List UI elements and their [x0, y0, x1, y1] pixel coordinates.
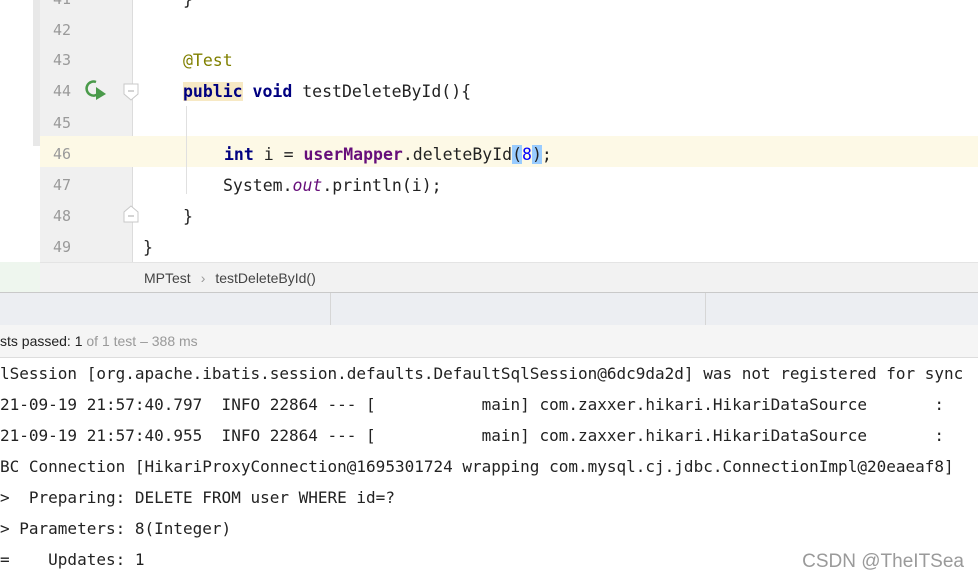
line-number: 48	[53, 207, 72, 225]
code-line: public void testDeleteById(){	[183, 76, 471, 107]
code-line: }	[183, 207, 193, 226]
run-test-gutter-icon[interactable]	[82, 76, 110, 102]
watermark: CSDN @TheITSea	[802, 551, 964, 572]
code-line: }	[143, 238, 153, 257]
line-number: 46	[53, 145, 72, 163]
breadcrumb: MPTest › testDeleteById()	[40, 262, 978, 292]
fold-icon[interactable]	[122, 82, 140, 102]
keyword: public	[183, 82, 243, 101]
test-summary: of 1 test – 388 ms	[82, 333, 198, 349]
console-line: 21-09-19 21:57:40.955 INFO 22864 --- [ m…	[0, 426, 945, 445]
code-text: System.	[223, 176, 293, 195]
number-literal: 8	[522, 145, 532, 164]
code-line: System.out.println(i);	[223, 170, 442, 201]
divider	[705, 293, 706, 326]
line-number: 43	[53, 51, 72, 69]
brace-match: )	[531, 145, 542, 164]
static-field: out	[292, 176, 323, 195]
code-text: .println(i);	[322, 176, 442, 195]
console-line: > Preparing: DELETE FROM user WHERE id=?	[0, 488, 395, 507]
divider	[330, 293, 331, 326]
code-line: }	[183, 0, 193, 15]
breadcrumb-method[interactable]: testDeleteById()	[215, 270, 315, 286]
line-number: 41	[53, 0, 83, 15]
code-text: ;	[541, 145, 552, 164]
console-line: = Updates: 1	[0, 550, 145, 569]
test-status: sts passed: 1 of 1 test – 388 ms	[0, 325, 978, 358]
line-number: 44	[53, 82, 72, 100]
console-output[interactable]: lSession [org.apache.ibatis.session.defa…	[0, 358, 978, 582]
scrollbar[interactable]	[33, 0, 40, 146]
keyword: int	[224, 145, 254, 164]
run-toolbar	[0, 292, 978, 326]
field: userMapper	[303, 145, 403, 164]
keyword: void	[252, 82, 293, 101]
code-text: .deleteById	[402, 145, 513, 164]
fold-icon[interactable]	[122, 204, 140, 224]
method-declaration: testDeleteById(){	[292, 82, 472, 101]
code-annotation: @Test	[183, 51, 233, 70]
console-line: lSession [org.apache.ibatis.session.defa…	[0, 364, 964, 383]
line-number: 49	[53, 238, 72, 256]
breadcrumb-separator: ›	[200, 270, 206, 286]
breadcrumb-class[interactable]: MPTest	[144, 270, 191, 286]
console-line: BC Connection [HikariProxyConnection@169…	[0, 457, 954, 476]
code-text: i =	[253, 145, 304, 164]
console-line: > Parameters: 8(Integer)	[0, 519, 232, 538]
line-number: 42	[53, 21, 72, 39]
line-number: 45	[53, 114, 72, 132]
tests-passed: sts passed: 1	[0, 333, 83, 349]
console-line: 21-09-19 21:57:40.797 INFO 22864 --- [ m…	[0, 395, 945, 414]
code-line: int i = userMapper.deleteById(8);	[224, 139, 552, 170]
indent-guide	[186, 106, 187, 194]
line-number: 47	[53, 176, 72, 194]
code-editor[interactable]	[133, 0, 978, 262]
left-panel-edge-bottom	[0, 262, 40, 292]
brace-match: (	[512, 145, 523, 164]
